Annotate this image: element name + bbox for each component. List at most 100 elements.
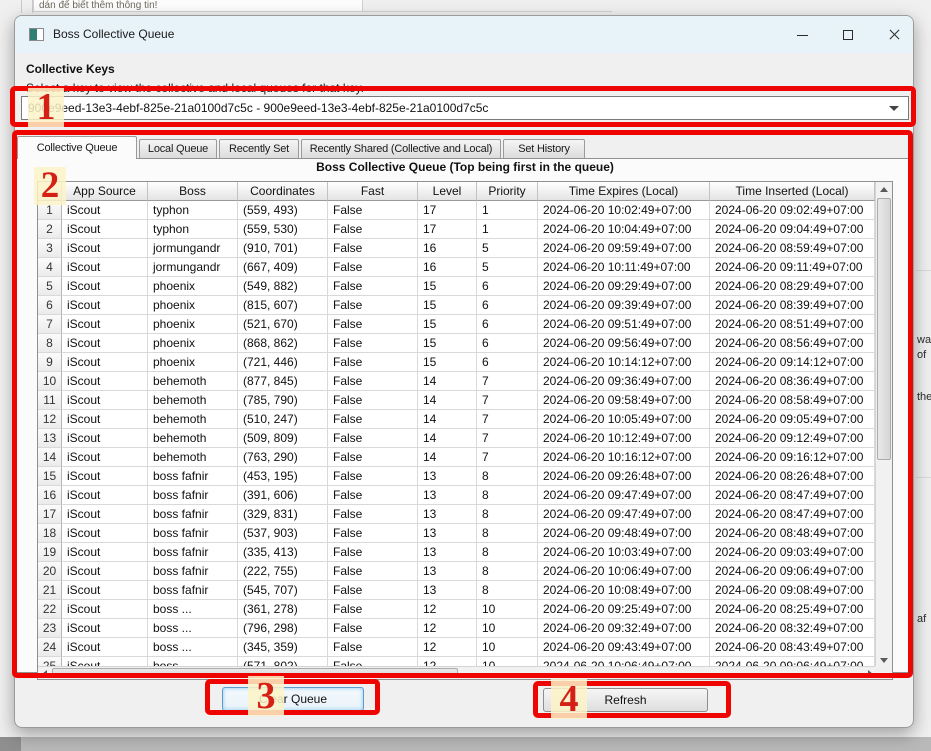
column-header-coordinates[interactable]: Coordinates [238,182,328,201]
column-header-time-expires-local-[interactable]: Time Expires (Local) [538,182,710,201]
row-number-cell: 15 [38,467,62,486]
table-row[interactable]: 22iScoutboss ...(361, 278)False12102024-… [38,600,875,619]
scroll-up-icon[interactable] [880,187,888,192]
table-cell: 8 [477,581,538,600]
vertical-scrollbar[interactable] [875,182,892,668]
horizontal-scrollbar-thumb[interactable] [52,668,458,678]
table-cell: iScout [62,277,148,296]
table-row[interactable]: 6iScoutphoenix(815, 607)False1562024-06-… [38,296,875,315]
table-row[interactable]: 11iScoutbehemoth(785, 790)False1472024-0… [38,391,875,410]
table-cell: behemoth [148,410,238,429]
table-cell: 2024-06-20 10:11:49+07:00 [538,258,710,277]
table-row[interactable]: 16iScoutboss fafnir(391, 606)False138202… [38,486,875,505]
vertical-scrollbar-thumb[interactable] [877,198,891,460]
table-row[interactable]: 3iScoutjormungandr(910, 701)False1652024… [38,239,875,258]
column-header-boss[interactable]: Boss [148,182,238,201]
table-cell: 8 [477,524,538,543]
table-cell: 5 [477,239,538,258]
table-cell: behemoth [148,372,238,391]
column-header-fast[interactable]: Fast [328,182,418,201]
table-cell: 12 [418,638,477,657]
table-row[interactable]: 4iScoutjormungandr(667, 409)False1652024… [38,258,875,277]
table-cell: 2024-06-20 09:32:49+07:00 [538,619,710,638]
table-cell: 2024-06-20 08:47:49+07:00 [710,486,875,505]
table-row[interactable]: 9iScoutphoenix(721, 446)False1562024-06-… [38,353,875,372]
table-cell: behemoth [148,391,238,410]
key-selector-dropdown[interactable]: 900e9eed-13e3-4ebf-825e-21a0100d7c5c - 9… [21,96,909,120]
table-cell: (391, 606) [238,486,328,505]
table-cell: 2024-06-20 09:08:49+07:00 [710,581,875,600]
table-cell: (335, 413) [238,543,328,562]
scroll-down-icon[interactable] [880,658,888,663]
tab-collective-queue[interactable]: Collective Queue [17,136,137,159]
maximize-icon [843,30,853,40]
table-row[interactable]: 17iScoutboss fafnir(329, 831)False138202… [38,505,875,524]
table-cell: (549, 882) [238,277,328,296]
table-cell: 2024-06-20 10:06:49+07:00 [538,657,710,666]
table-row[interactable]: 1iScouttyphon(559, 493)False1712024-06-2… [38,201,875,220]
horizontal-scrollbar[interactable] [38,666,877,679]
table-row[interactable]: 2iScouttyphon(559, 530)False1712024-06-2… [38,220,875,239]
column-header-time-inserted-local-[interactable]: Time Inserted (Local) [710,182,875,201]
table-cell: False [328,486,418,505]
table-cell: 2024-06-20 10:16:12+07:00 [538,448,710,467]
refresh-button[interactable]: Refresh [543,688,708,712]
table-cell: (345, 359) [238,638,328,657]
row-number-cell: 9 [38,353,62,372]
table-row[interactable]: 25iScoutboss ...(571, 802)False12102024-… [38,657,875,666]
table-cell: 6 [477,353,538,372]
table-row[interactable]: 5iScoutphoenix(549, 882)False1562024-06-… [38,277,875,296]
title-bar[interactable]: Boss Collective Queue [15,16,913,53]
table-row[interactable]: 10iScoutbehemoth(877, 845)False1472024-0… [38,372,875,391]
tab-recently-shared-collective-and-local-[interactable]: Recently Shared (Collective and Local) [301,139,501,158]
table-cell: iScout [62,562,148,581]
row-number-cell: 6 [38,296,62,315]
table-row[interactable]: 19iScoutboss fafnir(335, 413)False138202… [38,543,875,562]
table-row[interactable]: 8iScoutphoenix(868, 862)False1562024-06-… [38,334,875,353]
table-cell: (222, 755) [238,562,328,581]
minimize-button[interactable] [781,16,823,53]
background-window-edge [0,737,21,751]
table-cell: False [328,505,418,524]
column-header-priority[interactable]: Priority [477,182,538,201]
table-cell: iScout [62,334,148,353]
table-cell: 2024-06-20 09:06:49+07:00 [710,657,875,666]
clear-queue-button[interactable]: Clear Queue [222,687,364,711]
table-cell: 15 [418,315,477,334]
tab-local-queue[interactable]: Local Queue [139,139,217,158]
column-header-level[interactable]: Level [418,182,477,201]
maximize-button[interactable] [827,16,869,53]
table-row[interactable]: 23iScoutboss ...(796, 298)False12102024-… [38,619,875,638]
table-cell: 2024-06-20 09:47:49+07:00 [538,486,710,505]
tab-set-history[interactable]: Set History [503,139,585,158]
scroll-right-icon[interactable] [868,670,873,678]
scroll-left-icon[interactable] [42,670,47,678]
table-cell: (910, 701) [238,239,328,258]
table-row[interactable]: 14iScoutbehemoth(763, 290)False1472024-0… [38,448,875,467]
table-cell: 2024-06-20 10:05:49+07:00 [538,410,710,429]
table-cell: 8 [477,543,538,562]
table-cell: False [328,448,418,467]
table-cell: 2024-06-20 09:04:49+07:00 [710,220,875,239]
table-cell: typhon [148,220,238,239]
table-row[interactable]: 13iScoutbehemoth(509, 809)False1472024-0… [38,429,875,448]
table-cell: False [328,543,418,562]
close-button[interactable] [873,16,914,53]
table-cell: 2024-06-20 08:25:49+07:00 [710,600,875,619]
table-row[interactable]: 24iScoutboss ...(345, 359)False12102024-… [38,638,875,657]
tab-recently-set[interactable]: Recently Set [219,139,299,158]
table-cell: 1 [477,220,538,239]
table-row[interactable]: 21iScoutboss fafnir(545, 707)False138202… [38,581,875,600]
table-row[interactable]: 18iScoutboss fafnir(537, 903)False138202… [38,524,875,543]
column-header-app-source[interactable]: App Source [62,182,148,201]
table-cell: phoenix [148,296,238,315]
table-row[interactable]: 7iScoutphoenix(521, 670)False1562024-06-… [38,315,875,334]
table-row[interactable]: 12iScoutbehemoth(510, 247)False1472024-0… [38,410,875,429]
table-cell: False [328,239,418,258]
table-row[interactable]: 15iScoutboss fafnir(453, 195)False138202… [38,467,875,486]
table-cell: iScout [62,467,148,486]
table-cell: iScout [62,391,148,410]
table-row[interactable]: 20iScoutboss fafnir(222, 755)False138202… [38,562,875,581]
table-cell: 2024-06-20 10:06:49+07:00 [538,562,710,581]
table-cell: 2024-06-20 09:14:12+07:00 [710,353,875,372]
